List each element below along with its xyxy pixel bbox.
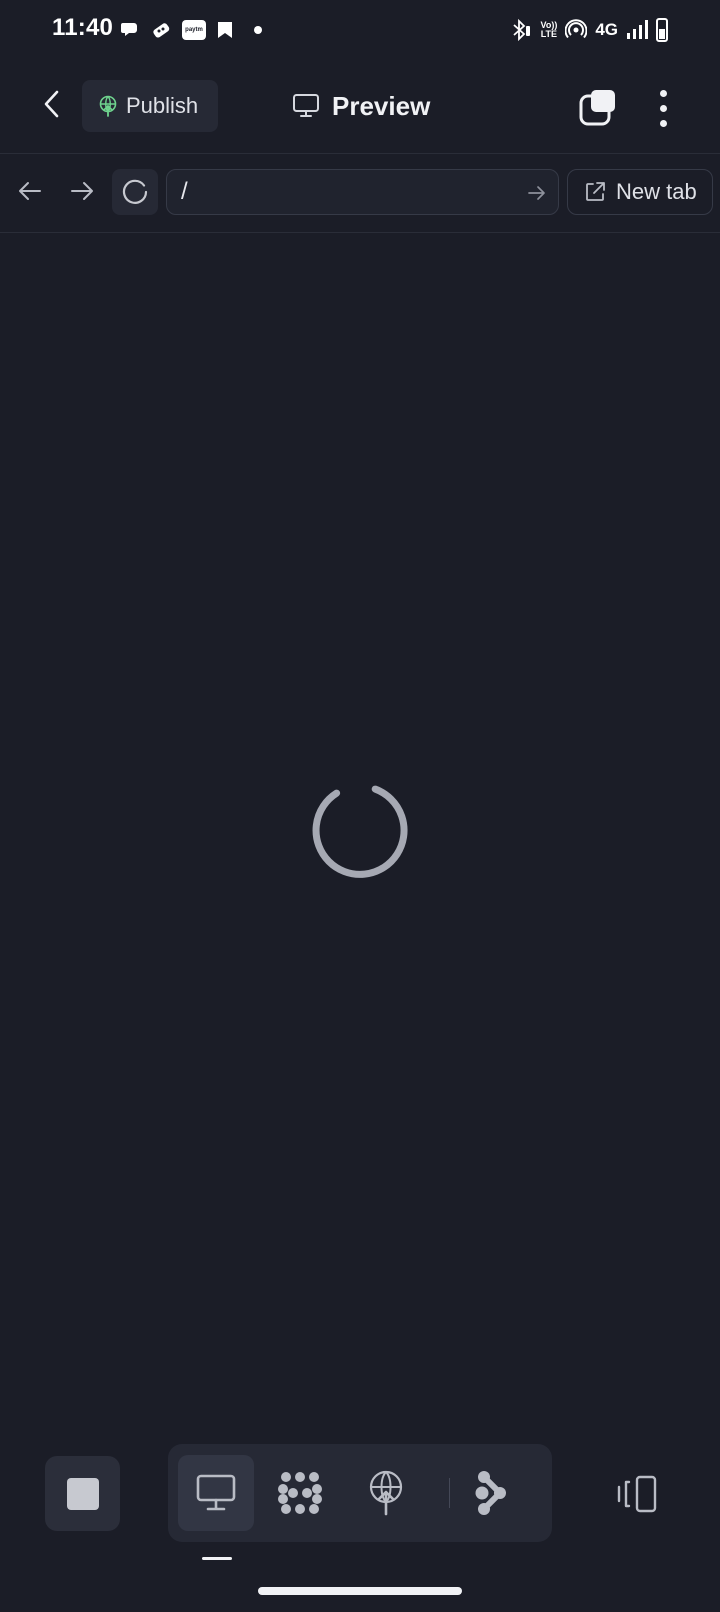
hotspot-icon — [565, 19, 588, 39]
loading-spinner-icon — [312, 785, 408, 878]
battery-icon — [656, 18, 668, 42]
more-vertical-icon-dot — [659, 104, 667, 112]
monitor-icon — [196, 1474, 236, 1511]
page-title: Preview — [292, 86, 430, 126]
more-options-button[interactable] — [648, 88, 678, 128]
browser-forward-button[interactable] — [66, 175, 98, 207]
page-title-text: Preview — [332, 90, 431, 121]
device-preview-button[interactable] — [612, 1470, 664, 1518]
network-type: 4G — [595, 20, 618, 39]
status-time: 11:40 — [52, 14, 114, 41]
external-link-icon — [586, 182, 605, 201]
status-bar: 11:40 paytm Vo)) LTE 4G — [0, 0, 720, 60]
monitor-icon — [293, 94, 319, 117]
tab-indicator — [202, 1557, 232, 1560]
new-tab-button[interactable]: New tab — [567, 169, 713, 215]
publish-label: Publish — [126, 93, 199, 118]
workflow-tab[interactable] — [262, 1455, 338, 1531]
device-icon — [617, 1475, 657, 1513]
chevron-left-icon — [44, 90, 59, 118]
signal-icon — [627, 20, 648, 39]
browser-toolbar: New tab — [0, 155, 720, 233]
more-vertical-icon-dot — [659, 89, 667, 97]
browser-back-button[interactable] — [14, 175, 46, 207]
app-bar: Publish Preview — [0, 60, 720, 154]
system-icons: Vo)) LTE 4G — [510, 16, 668, 44]
back-button[interactable] — [34, 86, 70, 122]
publish-button[interactable]: Publish — [82, 80, 218, 132]
view-switcher — [168, 1444, 552, 1542]
stop-button[interactable] — [45, 1456, 120, 1531]
deploy-tab[interactable] — [348, 1455, 424, 1531]
reload-button[interactable] — [112, 169, 158, 215]
reload-icon — [122, 179, 148, 204]
webview-tab[interactable] — [178, 1455, 254, 1531]
stop-icon — [66, 1477, 99, 1510]
volte-icon: Vo)) LTE — [540, 20, 558, 39]
home-indicator[interactable] — [258, 1587, 462, 1595]
bookmark-icon — [218, 22, 232, 38]
preview-screen: 11:40 paytm Vo)) LTE 4G Publish Preview … — [0, 0, 720, 1612]
arrow-right-icon — [71, 182, 93, 200]
tabs-button[interactable] — [578, 88, 618, 128]
share-nodes-icon — [475, 1471, 506, 1515]
new-tab-label: New tab — [616, 179, 697, 204]
url-field[interactable] — [166, 169, 559, 215]
dots-grid-icon — [278, 1472, 322, 1514]
more-notifications-dot — [254, 26, 262, 34]
paytm-icon: paytm — [182, 20, 206, 40]
chat-bubbles-icon — [121, 23, 137, 36]
url-input[interactable] — [181, 178, 511, 206]
more-vertical-icon-dot — [659, 119, 667, 127]
game-controller-icon — [153, 23, 170, 38]
globe-upload-icon — [99, 95, 117, 117]
toolbar-divider — [449, 1478, 450, 1508]
arrow-right-icon[interactable] — [526, 182, 548, 204]
notification-icons: paytm — [120, 16, 262, 44]
bluetooth-icon — [513, 18, 531, 42]
tabs-icon — [579, 90, 615, 126]
arrow-left-icon — [19, 182, 41, 200]
globe-upload-icon — [369, 1470, 403, 1516]
share-tab[interactable] — [452, 1455, 528, 1531]
